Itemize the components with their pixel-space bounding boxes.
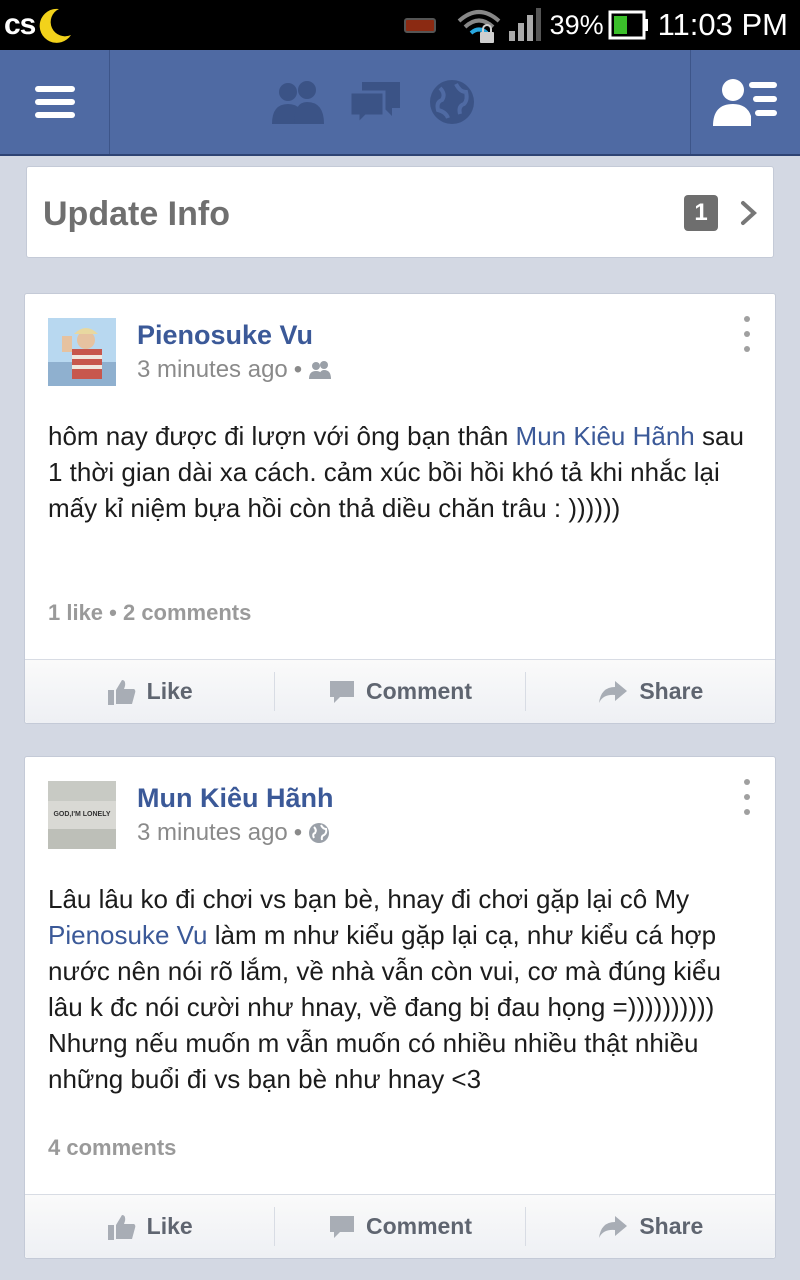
share-arrow-icon — [599, 1215, 628, 1238]
moon-logo-icon — [40, 8, 72, 43]
profile-menu-button[interactable] — [690, 50, 800, 154]
mentioned-user-link[interactable]: Mun Kiêu Hãnh — [516, 421, 695, 451]
messages-button[interactable] — [348, 78, 404, 131]
friends-icon — [309, 361, 332, 379]
post-action-bar: Like Comment Share — [25, 1194, 775, 1258]
carrier-logo-text: cs — [4, 8, 36, 41]
comment-count[interactable]: 4 comments — [48, 1135, 176, 1161]
update-info-count-badge: 1 — [684, 195, 718, 231]
share-button[interactable]: Share — [526, 672, 775, 711]
comment-button[interactable]: Comment — [275, 672, 526, 711]
post-author-name[interactable]: Pienosuke Vu — [137, 320, 313, 351]
like-comment-counts[interactable]: 1 like • 2 comments — [48, 600, 251, 626]
battery-percent: 39% — [549, 9, 604, 40]
comment-button[interactable]: Comment — [275, 1207, 526, 1246]
share-arrow-icon — [599, 680, 628, 703]
wifi-lock-icon — [456, 5, 502, 45]
post-meta: 3 minutes ago • — [137, 356, 332, 384]
top-nav-bar — [0, 50, 800, 156]
post-options-button[interactable] — [739, 316, 755, 352]
comment-icon — [329, 680, 354, 703]
notifications-button[interactable] — [426, 78, 478, 131]
signal-icon — [508, 7, 542, 43]
friend-requests-icon — [272, 81, 324, 124]
like-button[interactable]: Like — [25, 1207, 276, 1246]
avatar-caption: GOD,I'M LONELY — [53, 811, 110, 818]
author-avatar[interactable] — [48, 318, 116, 386]
feed-post: Pienosuke Vu 3 minutes ago • hôm nay đượ… — [24, 293, 776, 724]
author-avatar[interactable]: GOD,I'M LONELY — [48, 781, 116, 849]
notifications-globe-icon — [430, 80, 474, 124]
post-timestamp[interactable]: 3 minutes ago — [137, 356, 288, 384]
battery-icon — [608, 9, 650, 41]
thumbs-up-icon — [107, 679, 135, 705]
post-author-name[interactable]: Mun Kiêu Hãnh — [137, 783, 334, 814]
comment-icon — [329, 1215, 354, 1238]
profile-list-icon — [712, 79, 777, 126]
mentioned-user-link[interactable]: Pienosuke Vu — [48, 920, 207, 950]
share-button[interactable]: Share — [526, 1207, 775, 1246]
chevron-right-icon — [741, 201, 757, 225]
messages-icon — [348, 82, 400, 128]
update-info-card[interactable]: Update Info 1 — [26, 166, 774, 258]
clock: 11:03 PM — [657, 7, 788, 42]
post-options-button[interactable] — [739, 779, 755, 815]
menu-icon — [34, 86, 75, 118]
thumbs-up-icon — [107, 1214, 135, 1240]
post-timestamp[interactable]: 3 minutes ago — [137, 819, 288, 847]
post-body: Lâu lâu ko đi chơi vs bạn bè, hnay đi ch… — [48, 884, 721, 1094]
post-body: hôm nay được đi lượn với ông bạn thân Mu… — [48, 421, 744, 523]
post-action-bar: Like Comment Share — [25, 659, 775, 723]
public-globe-icon — [309, 823, 330, 843]
menu-button[interactable] — [0, 50, 110, 154]
like-button[interactable]: Like — [25, 672, 276, 711]
battery-saver-icon — [403, 16, 438, 34]
friend-requests-button[interactable] — [270, 78, 326, 131]
carrier-logo: cs — [4, 6, 75, 44]
feed-post: GOD,I'M LONELY Mun Kiêu Hãnh 3 minutes a… — [24, 756, 776, 1259]
status-bar: cs 39% 11:03 PM — [0, 0, 800, 50]
update-info-label: Update Info — [43, 195, 230, 233]
post-meta: 3 minutes ago • — [137, 819, 330, 847]
